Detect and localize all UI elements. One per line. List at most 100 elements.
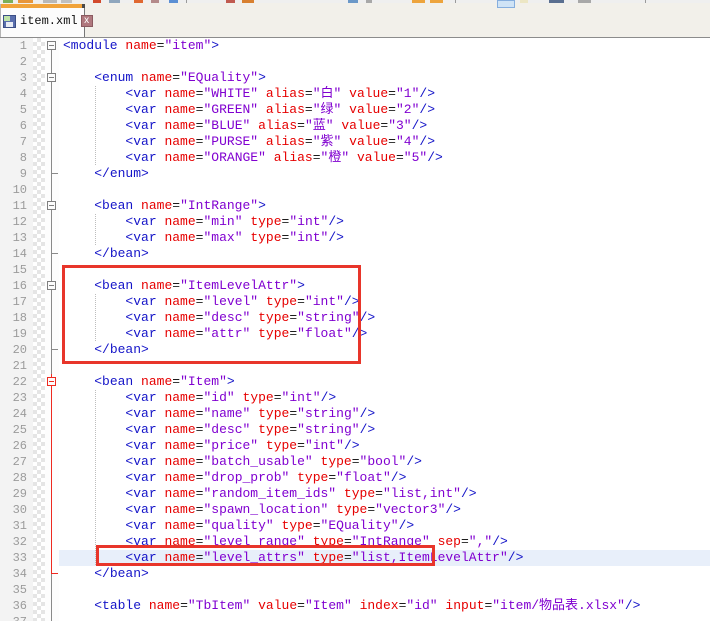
bookmark-margin-cell[interactable]	[33, 294, 45, 310]
bookmark-margin-cell[interactable]	[33, 438, 45, 454]
code-line[interactable]	[59, 358, 710, 374]
code-line[interactable]: <var name="ORANGE" alias="橙" value="5"/>	[59, 150, 710, 166]
toolbar-icon-fragment[interactable]	[93, 0, 101, 3]
code-line[interactable]: <var name="level" type="int"/>	[59, 294, 710, 310]
code-line[interactable]: <var name="name" type="string"/>	[59, 406, 710, 422]
bookmark-margin-cell[interactable]	[33, 502, 45, 518]
toolbar-icon-fragment[interactable]	[169, 0, 178, 3]
bookmark-margin-cell[interactable]	[33, 86, 45, 102]
code-line[interactable]: <bean name="IntRange">	[59, 198, 710, 214]
bookmark-margin-cell[interactable]	[33, 598, 45, 614]
toolbar-icon-fragment[interactable]	[109, 0, 120, 3]
code-line[interactable]: <var name="random_item_ids" type="list,i…	[59, 486, 710, 502]
code-line[interactable]: <bean name="ItemLevelAttr">	[59, 278, 710, 294]
toolbar-icon-fragment[interactable]	[549, 0, 564, 3]
bookmark-margin-cell[interactable]	[33, 182, 45, 198]
fold-collapse-box[interactable]	[47, 73, 56, 82]
bookmark-margin-cell[interactable]	[33, 262, 45, 278]
code-line[interactable]: <var name="batch_usable" type="bool"/>	[59, 454, 710, 470]
tab-close-icon[interactable]: x	[81, 15, 93, 27]
fold-collapse-box[interactable]	[47, 281, 56, 290]
bookmark-margin-cell[interactable]	[33, 342, 45, 358]
bookmark-margin-cell[interactable]	[33, 550, 45, 566]
code-line[interactable]	[59, 182, 710, 198]
toolbar-icon-fragment[interactable]	[366, 0, 372, 3]
code-line[interactable]: <var name="WHITE" alias="白" value="1"/>	[59, 86, 710, 102]
code-line[interactable]: <var name="price" type="int"/>	[59, 438, 710, 454]
code-line[interactable]: <enum name="EQuality">	[59, 70, 710, 86]
bookmark-margin-cell[interactable]	[33, 534, 45, 550]
bookmark-margin-cell[interactable]	[33, 230, 45, 246]
bookmark-margin-cell[interactable]	[33, 118, 45, 134]
bookmark-margin-cell[interactable]	[33, 358, 45, 374]
code-line[interactable]: </enum>	[59, 166, 710, 182]
fold-collapse-box[interactable]	[47, 201, 56, 210]
toolbar-icon-fragment[interactable]	[348, 0, 358, 3]
bookmark-margin-cell[interactable]	[33, 278, 45, 294]
toolbar-icon-fragment[interactable]	[186, 0, 187, 3]
code-line[interactable]	[59, 614, 710, 621]
toolbar-icon-fragment[interactable]	[430, 0, 443, 3]
bookmark-margin-cell[interactable]	[33, 246, 45, 262]
fold-margin-cell[interactable]	[45, 198, 59, 214]
code-line[interactable]: <module name="item">	[59, 38, 710, 54]
fold-margin-cell[interactable]	[45, 38, 59, 54]
bookmark-margin-cell[interactable]	[33, 38, 45, 54]
bookmark-margin-cell[interactable]	[33, 614, 45, 621]
bookmark-margin-cell[interactable]	[33, 102, 45, 118]
bookmark-margin-cell[interactable]	[33, 70, 45, 86]
code-line[interactable]: <var name="level_attrs" type="list,ItemL…	[59, 550, 710, 566]
code-line[interactable]	[59, 582, 710, 598]
code-line[interactable]: <var name="desc" type="string"/>	[59, 310, 710, 326]
code-line[interactable]: </bean>	[59, 342, 710, 358]
code-line[interactable]: <bean name="Item">	[59, 374, 710, 390]
bookmark-margin-cell[interactable]	[33, 454, 45, 470]
bookmark-margin-cell[interactable]	[33, 198, 45, 214]
bookmark-margin-cell[interactable]	[33, 134, 45, 150]
tab-item-xml[interactable]: item.xml x	[0, 4, 85, 37]
bookmark-margin-cell[interactable]	[33, 470, 45, 486]
toolbar-icon-fragment[interactable]	[497, 0, 515, 8]
bookmark-margin-cell[interactable]	[33, 326, 45, 342]
code-line[interactable]: <var name="min" type="int"/>	[59, 214, 710, 230]
bookmark-margin-cell[interactable]	[33, 310, 45, 326]
bookmark-margin-cell[interactable]	[33, 422, 45, 438]
toolbar-icon-fragment[interactable]	[3, 0, 13, 3]
toolbar-icon-fragment[interactable]	[61, 0, 72, 3]
code-line[interactable]: <var name="BLUE" alias="蓝" value="3"/>	[59, 118, 710, 134]
fold-margin-cell[interactable]	[45, 374, 59, 390]
bookmark-margin-cell[interactable]	[33, 214, 45, 230]
code-line[interactable]: <var name="attr" type="float"/>	[59, 326, 710, 342]
code-line[interactable]: <var name="desc" type="string"/>	[59, 422, 710, 438]
bookmark-margin-cell[interactable]	[33, 54, 45, 70]
toolbar-icon-fragment[interactable]	[578, 0, 591, 3]
code-line[interactable]: </bean>	[59, 566, 710, 582]
bookmark-margin-cell[interactable]	[33, 582, 45, 598]
code-line[interactable]: <var name="PURSE" alias="紫" value="4"/>	[59, 134, 710, 150]
fold-collapse-box[interactable]	[47, 41, 56, 50]
xml-editor-area[interactable]: 1<module name="item">23 <enum name="EQua…	[0, 38, 710, 621]
toolbar-icon-fragment[interactable]	[226, 0, 235, 3]
bookmark-margin-cell[interactable]	[33, 390, 45, 406]
toolbar-icon-fragment[interactable]	[455, 0, 456, 3]
bookmark-margin-cell[interactable]	[33, 166, 45, 182]
toolbar-icon-fragment[interactable]	[151, 0, 159, 3]
code-line[interactable]: <var name="spawn_location" type="vector3…	[59, 502, 710, 518]
bookmark-margin-cell[interactable]	[33, 150, 45, 166]
toolbar-icon-fragment[interactable]	[412, 0, 425, 3]
bookmark-margin-cell[interactable]	[33, 486, 45, 502]
toolbar-icon-fragment[interactable]	[43, 0, 57, 3]
bookmark-margin-cell[interactable]	[33, 518, 45, 534]
bookmark-margin-cell[interactable]	[33, 374, 45, 390]
code-line[interactable]	[59, 54, 710, 70]
fold-margin-cell[interactable]	[45, 278, 59, 294]
code-line[interactable]: <table name="TbItem" value="Item" index=…	[59, 598, 710, 614]
toolbar-icon-fragment[interactable]	[18, 0, 33, 3]
fold-margin-cell[interactable]	[45, 70, 59, 86]
code-line[interactable]: <var name="id" type="int"/>	[59, 390, 710, 406]
code-line[interactable]: <var name="quality" type="EQuality"/>	[59, 518, 710, 534]
toolbar-icon-fragment[interactable]	[242, 0, 254, 3]
fold-collapse-box[interactable]	[47, 377, 56, 386]
toolbar-icon-fragment[interactable]	[645, 0, 646, 3]
bookmark-margin-cell[interactable]	[33, 566, 45, 582]
